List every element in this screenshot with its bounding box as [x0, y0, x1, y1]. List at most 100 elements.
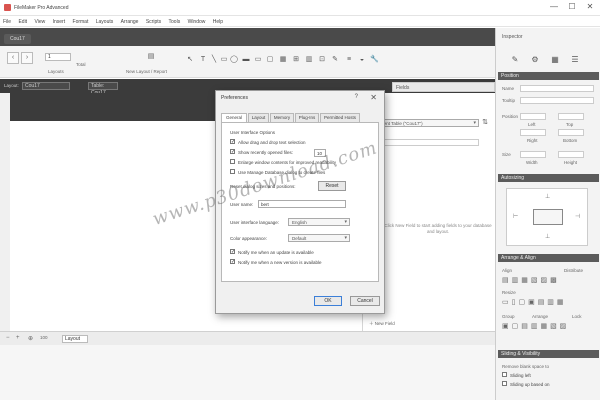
menu-edit[interactable]: Edit [15, 16, 30, 25]
help-icon[interactable]: ? [355, 94, 358, 100]
bottom-field[interactable] [558, 129, 584, 136]
option-recent-files[interactable]: ✓ Show recently opened files: [230, 149, 293, 156]
inspector-appearance-tab-icon[interactable]: ▦ [550, 55, 560, 65]
tab-layout[interactable]: Layout [248, 113, 269, 122]
autosizing-section-header[interactable]: Autosizing [498, 174, 599, 182]
arrange-section-header[interactable]: Arrange & Align [498, 254, 599, 262]
menu-tools[interactable]: Tools [166, 16, 184, 25]
name-field[interactable] [520, 85, 594, 92]
tab-plugins[interactable]: Plug-Ins [295, 113, 319, 122]
group-arrange-buttons[interactable]: ▣▢▤▥▦▧▨ [502, 322, 569, 330]
width-field[interactable] [520, 151, 546, 158]
size-label: Size [502, 152, 511, 157]
rectangle-tool-icon[interactable]: ▭ [220, 56, 228, 64]
inspector-icon[interactable]: 🔧 [370, 56, 379, 64]
anchor-left-icon[interactable]: ⊢ [513, 213, 518, 220]
anchor-bottom-icon[interactable]: ⊥ [545, 233, 550, 240]
notify-new-checkbox[interactable]: ✓ [230, 259, 235, 265]
color-select[interactable]: Default [288, 234, 350, 242]
menu-format[interactable]: Format [70, 16, 92, 25]
zoom-icon[interactable]: ⊕ [28, 335, 33, 342]
right-field[interactable] [520, 129, 546, 136]
new-layout-icon[interactable]: ▤ [147, 53, 155, 61]
align-buttons[interactable]: ▤▥▦▧▨▩ [502, 276, 560, 284]
tooltip-field[interactable] [520, 97, 594, 104]
inspector-position-tab-icon[interactable]: ✎ [510, 55, 520, 65]
inspector-data-tab-icon[interactable]: ☰ [570, 55, 580, 65]
new-field-button[interactable]: ＋ New Field [369, 321, 395, 327]
field-search-input[interactable] [371, 139, 479, 146]
distribute-label: Distribute [564, 268, 584, 273]
zoom-in-icon[interactable]: + [16, 335, 20, 341]
back-button[interactable]: ‹ [7, 52, 19, 64]
web-viewer-icon[interactable]: ⊡ [318, 56, 326, 64]
menu-window[interactable]: Window [185, 16, 209, 25]
sliding-left-checkbox[interactable] [502, 372, 507, 378]
button-tool-icon[interactable]: ▭ [254, 56, 262, 64]
field-sort-icon[interactable]: ⇅ [481, 119, 489, 127]
portal-tool-icon[interactable]: ⊞ [292, 56, 300, 64]
menu-view[interactable]: View [31, 16, 48, 25]
minimize-icon[interactable]: — [548, 3, 560, 11]
top-field[interactable] [558, 113, 584, 120]
field-tool-icon[interactable]: ▬ [242, 56, 250, 64]
tab-memory[interactable]: Memory [270, 113, 294, 122]
cancel-button[interactable]: Cancel [350, 296, 380, 306]
ok-button[interactable]: OK [314, 296, 342, 306]
menu-arrange[interactable]: Arrange [118, 16, 142, 25]
oval-tool-icon[interactable]: ◯ [230, 56, 238, 64]
enlarge-checkbox[interactable] [230, 159, 235, 165]
menu-layouts[interactable]: Layouts [93, 16, 117, 25]
left-field[interactable] [520, 113, 546, 120]
option-notify-new[interactable]: ✓ Notify me when a new version is availab… [230, 259, 322, 266]
position-section-header[interactable]: Position [498, 72, 599, 80]
sliding-up-checkbox[interactable] [502, 381, 507, 387]
tab-general[interactable]: General [221, 113, 247, 122]
user-name-field[interactable]: bert [258, 200, 346, 208]
sliding-up-option[interactable]: Sliding up based on [502, 381, 550, 388]
format-painter-icon[interactable]: ✎ [331, 56, 339, 64]
table-select[interactable]: Table: Cou17 [88, 82, 118, 96]
text-tool-icon[interactable]: T [199, 56, 207, 64]
resize-buttons[interactable]: ▭▯▢▣▤▥▦ [502, 298, 567, 306]
notify-update-checkbox[interactable]: ✓ [230, 249, 235, 255]
field-table-select[interactable]: Current Table ("Cou17") [371, 119, 479, 127]
forward-button[interactable]: › [21, 52, 33, 64]
popover-tool-icon[interactable]: ▢ [266, 56, 274, 64]
layout-body-part[interactable] [10, 121, 215, 331]
sliding-section-header[interactable]: Sliding & Visibility [498, 350, 599, 358]
drag-drop-checkbox[interactable]: ✓ [230, 139, 235, 145]
close-icon[interactable]: ✕ [584, 3, 596, 11]
panel-tool-icon[interactable]: ▦ [279, 56, 287, 64]
height-field[interactable] [558, 151, 584, 158]
tab-permitted-hosts[interactable]: Permitted Hosts [320, 113, 360, 122]
language-select[interactable]: English [288, 218, 350, 226]
zoom-out-icon[interactable]: − [6, 335, 10, 341]
manage-database-checkbox[interactable] [230, 169, 235, 175]
pointer-icon[interactable]: ↖ [186, 56, 194, 64]
themes-icon[interactable]: ◒ [358, 56, 366, 64]
anchor-top-icon[interactable]: ⊥ [545, 193, 550, 200]
line-tool-icon[interactable]: ╲ [210, 56, 218, 64]
option-notify-update[interactable]: ✓ Notify me when an update is available [230, 249, 314, 256]
sliding-left-option[interactable]: Sliding left [502, 372, 531, 379]
menu-scripts[interactable]: Scripts [143, 16, 164, 25]
recent-files-checkbox[interactable]: ✓ [230, 149, 235, 155]
record-field[interactable]: 1 [45, 53, 71, 61]
menu-insert[interactable]: Insert [50, 16, 69, 25]
inspector-styles-tab-icon[interactable]: ⚙ [530, 55, 540, 65]
dialog-close-icon[interactable]: ✕ [370, 93, 377, 102]
layout-select[interactable]: Cou17 [22, 82, 70, 90]
field-picker-icon[interactable]: ≡ [345, 56, 353, 64]
mode-select[interactable]: Layout [62, 335, 88, 343]
reset-button[interactable]: Reset [318, 181, 346, 191]
menu-file[interactable]: File [0, 16, 14, 25]
anchor-right-icon[interactable]: ⊣ [575, 213, 580, 220]
new-layout-label[interactable]: New Layout / Report [126, 69, 167, 74]
menu-help[interactable]: Help [210, 16, 226, 25]
option-drag-drop[interactable]: ✓ Allow drag and drop text selection [230, 139, 306, 146]
maximize-icon[interactable]: ☐ [566, 3, 578, 11]
chart-tool-icon[interactable]: ▥ [305, 56, 313, 64]
document-tab[interactable]: Cou17 [4, 34, 31, 44]
layout-header-part[interactable] [10, 93, 215, 121]
